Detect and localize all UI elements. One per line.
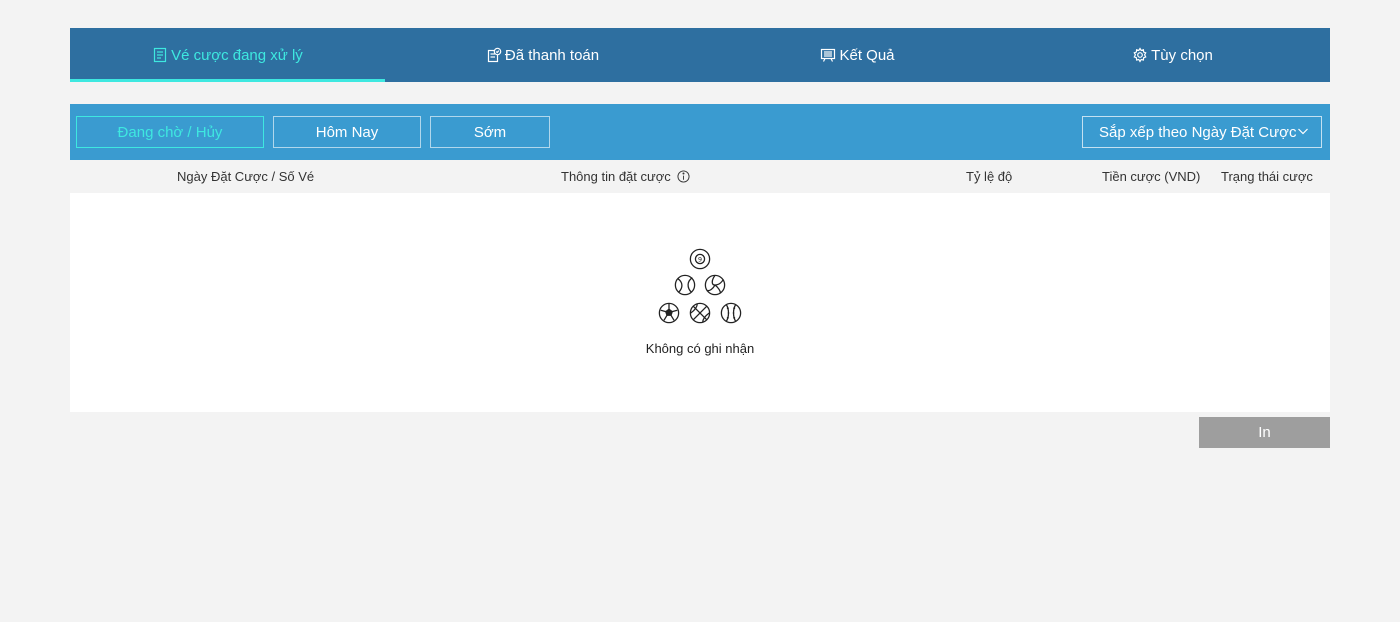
filter-early-button[interactable]: Sớm — [430, 116, 550, 148]
bet-panel: Vé cược đang xử lý Đã thanh toán Kết Quả… — [70, 28, 1330, 452]
sort-select-label: Sắp xếp theo Ngày Đặt Cược — [1099, 123, 1297, 141]
filter-bar: Đang chờ / Hủy Hôm Nay Sớm Sắp xếp theo … — [70, 104, 1330, 160]
basketball-icon — [689, 302, 711, 324]
svg-text:9: 9 — [698, 255, 702, 263]
baseball-icon — [720, 302, 742, 324]
gear-icon — [1132, 47, 1148, 63]
bets-list-empty: 9 Không có ghi nhận — [70, 193, 1330, 412]
print-row: In — [70, 412, 1330, 452]
column-header-info-label: Thông tin đặt cược — [561, 169, 671, 184]
sports-balls-illustration: 9 — [656, 248, 744, 328]
billiard-ball-icon: 9 — [689, 248, 711, 270]
info-icon[interactable] — [677, 170, 690, 183]
table-header: Ngày Đặt Cược / Số Vé Thông tin đặt cược… — [70, 160, 1330, 193]
print-button[interactable]: In — [1199, 417, 1330, 448]
tab-label: Đã thanh toán — [504, 46, 600, 64]
paid-icon — [486, 47, 502, 63]
tab-options[interactable]: Tùy chọn — [1015, 28, 1330, 82]
empty-state-message: Không có ghi nhận — [645, 341, 755, 356]
soccer-ball-icon — [658, 302, 680, 324]
tab-settled[interactable]: Đã thanh toán — [385, 28, 700, 82]
column-header-info: Thông tin đặt cược — [561, 169, 690, 184]
column-header-odds: Tỷ lệ độ — [966, 169, 1013, 184]
column-header-stake: Tiền cược (VND) — [1102, 169, 1201, 184]
tab-pending-bets[interactable]: Vé cược đang xử lý — [70, 28, 385, 82]
tab-label: Tùy chọn — [1151, 46, 1213, 64]
tennis-ball-icon — [674, 274, 696, 296]
sort-select[interactable]: Sắp xếp theo Ngày Đặt Cược — [1082, 116, 1322, 148]
tab-label: Vé cược đang xử lý — [171, 46, 303, 64]
volleyball-icon — [704, 274, 726, 296]
main-tabs: Vé cược đang xử lý Đã thanh toán Kết Quả… — [70, 28, 1330, 82]
filter-today-button[interactable]: Hôm Nay — [273, 116, 421, 148]
tab-results[interactable]: Kết Quả — [700, 28, 1015, 82]
results-board-icon — [820, 47, 836, 63]
column-header-date: Ngày Đặt Cược / Số Vé — [177, 169, 315, 184]
tab-label: Kết Quả — [839, 46, 895, 64]
column-header-status: Trạng thái cược — [1221, 169, 1313, 184]
chevron-down-icon — [1297, 124, 1309, 141]
filter-pending-cancelled-button[interactable]: Đang chờ / Hủy — [76, 116, 264, 148]
ticket-list-icon — [152, 47, 168, 63]
